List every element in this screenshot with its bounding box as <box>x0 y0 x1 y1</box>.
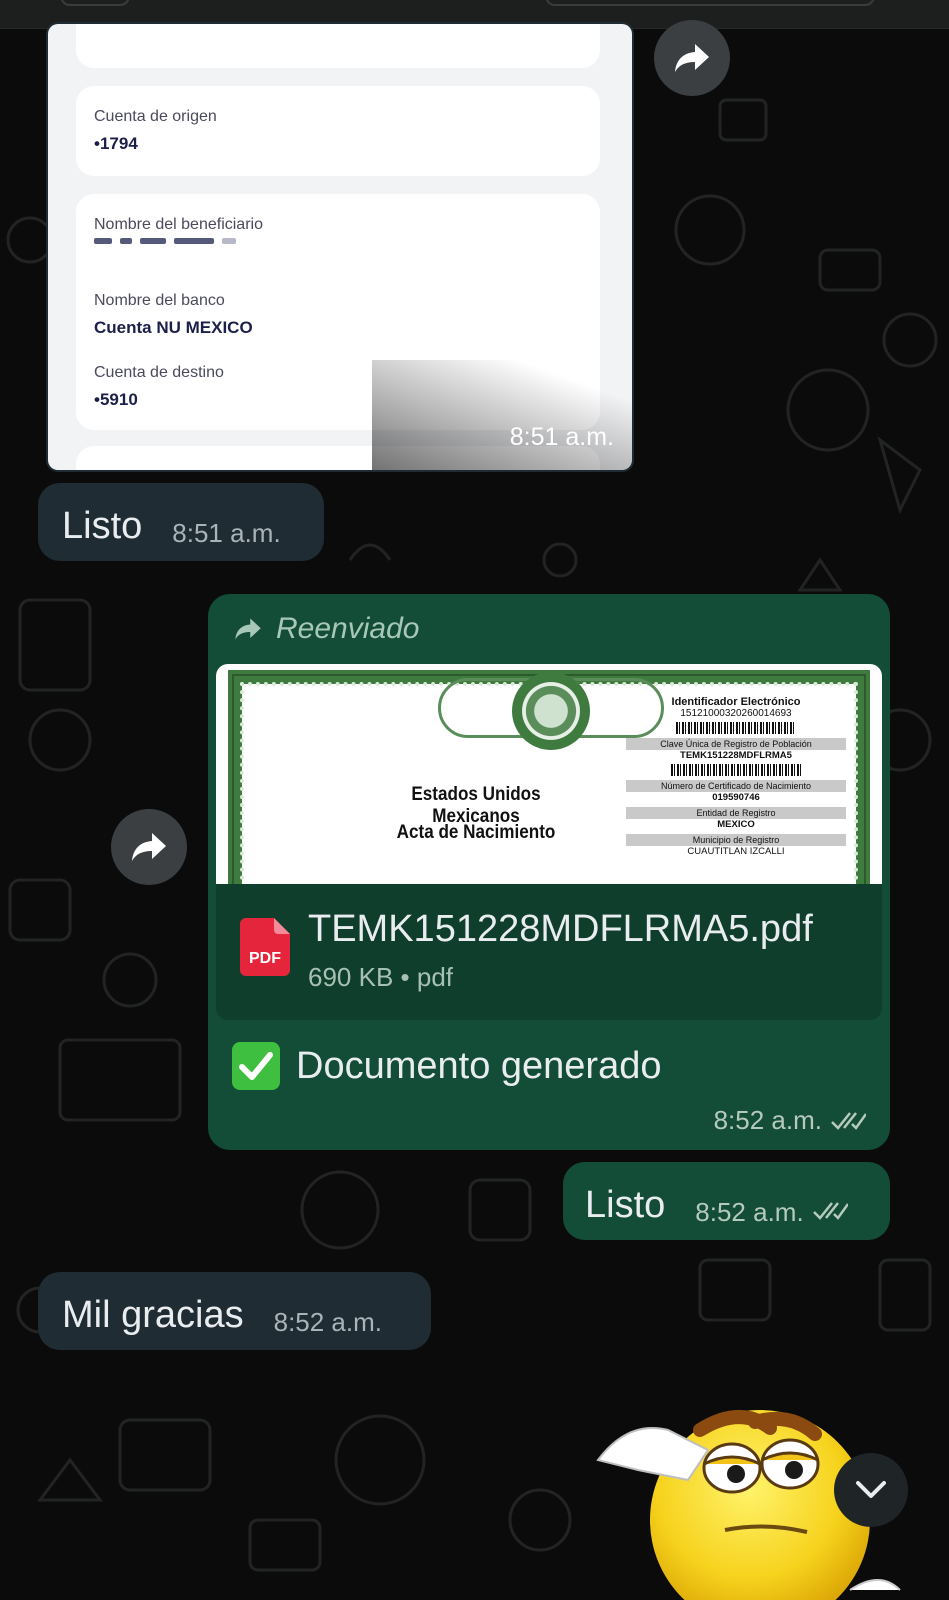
message-time: 8:52 a.m. <box>273 1307 383 1337</box>
barcode <box>671 764 801 776</box>
origin-account-label: Cuenta de origen <box>94 108 217 125</box>
bank-name-value: Cuenta NU MEXICO <box>94 318 253 337</box>
cert-number-value: 019590746 <box>712 792 760 803</box>
top-right-control[interactable] <box>545 0 875 6</box>
message-time: 8:52 a.m. <box>713 1105 822 1135</box>
message-text: Listo <box>62 505 143 547</box>
double-check-read-icon <box>812 1202 848 1220</box>
beneficiary-label: Nombre del beneficiario <box>94 216 263 233</box>
bank-name-label: Nombre del banco <box>94 292 225 309</box>
cert-number-heading: Número de Certificado de Nacimiento <box>626 780 846 792</box>
pdf-file-icon: PDF <box>240 918 290 976</box>
entidad-value: MEXICO <box>717 819 755 830</box>
message-time: 8:52 a.m. <box>695 1197 804 1227</box>
curp-value: TEMK151228MDFLRMA5 <box>680 750 792 761</box>
certificate-details: Identificador Electrónico 15121000320260… <box>626 696 846 857</box>
document-message[interactable]: Reenviado Estados Unidos Mexicanos Acta … <box>208 594 890 1150</box>
image-message[interactable]: Cuenta de origen •1794 Nombre del benefi… <box>46 22 634 472</box>
message-time: 8:51 a.m. <box>509 423 614 451</box>
forwarded-text: Reenviado <box>276 612 420 645</box>
message-text: Mil gracias <box>62 1294 244 1336</box>
screenshot-card-top <box>76 24 600 68</box>
transfer-screenshot: Cuenta de origen •1794 Nombre del benefi… <box>48 24 632 470</box>
outgoing-message[interactable]: Listo 8:52 a.m. <box>563 1162 890 1240</box>
message-text: Listo <box>585 1184 666 1226</box>
redacted-beneficiary-name <box>94 238 582 244</box>
forward-arrow-icon <box>675 44 709 72</box>
document-preview[interactable]: Estados Unidos Mexicanos Acta de Nacimie… <box>216 664 882 884</box>
incoming-message[interactable]: Mil gracias 8:52 a.m. <box>38 1272 431 1350</box>
id-number: 15121000320260014693 <box>680 708 792 719</box>
forward-button[interactable] <box>654 20 730 96</box>
file-attachment[interactable]: PDF TEMK151228MDFLRMA5.pdf 690 KB • pdf <box>216 884 882 1020</box>
pdf-icon-label: PDF <box>249 950 281 967</box>
document-caption: Documento generado <box>232 1042 661 1090</box>
curp-heading: Clave Única de Registro de Población <box>626 738 846 750</box>
entidad-heading: Entidad de Registro <box>626 807 846 819</box>
file-meta: 690 KB • pdf <box>308 962 454 992</box>
forwarded-label: Reenviado <box>232 612 419 646</box>
message-time: 8:51 a.m. <box>172 518 281 548</box>
origin-account-value: •1794 <box>94 134 138 153</box>
chevron-down-icon <box>856 1481 886 1498</box>
message-meta: 8:52 a.m. <box>714 1105 866 1136</box>
scroll-to-bottom-button[interactable] <box>834 1453 908 1527</box>
municipio-value: CUAUTITLAN IZCALLI <box>687 846 785 857</box>
forward-arrow-icon <box>132 833 166 861</box>
certificate-title: Acta de Nacimiento <box>396 822 556 843</box>
forwarded-arrow-icon <box>235 618 261 640</box>
incoming-message[interactable]: Listo 8:51 a.m. <box>38 483 324 561</box>
file-name: TEMK151228MDFLRMA5.pdf <box>308 908 813 950</box>
screenshot-card-origin: Cuenta de origen •1794 <box>76 86 600 176</box>
municipio-heading: Municipio de Registro <box>626 834 846 846</box>
barcode <box>676 722 796 734</box>
check-mark-emoji-icon <box>232 1042 280 1090</box>
id-heading: Identificador Electrónico <box>671 696 801 708</box>
caption-text: Documento generado <box>296 1044 662 1087</box>
file-size: 690 KB <box>308 962 394 992</box>
file-type: pdf <box>416 962 454 992</box>
forward-button[interactable] <box>111 809 187 885</box>
top-left-control[interactable] <box>60 0 130 6</box>
coat-of-arms-seal <box>512 672 590 750</box>
double-check-read-icon <box>831 1111 866 1130</box>
